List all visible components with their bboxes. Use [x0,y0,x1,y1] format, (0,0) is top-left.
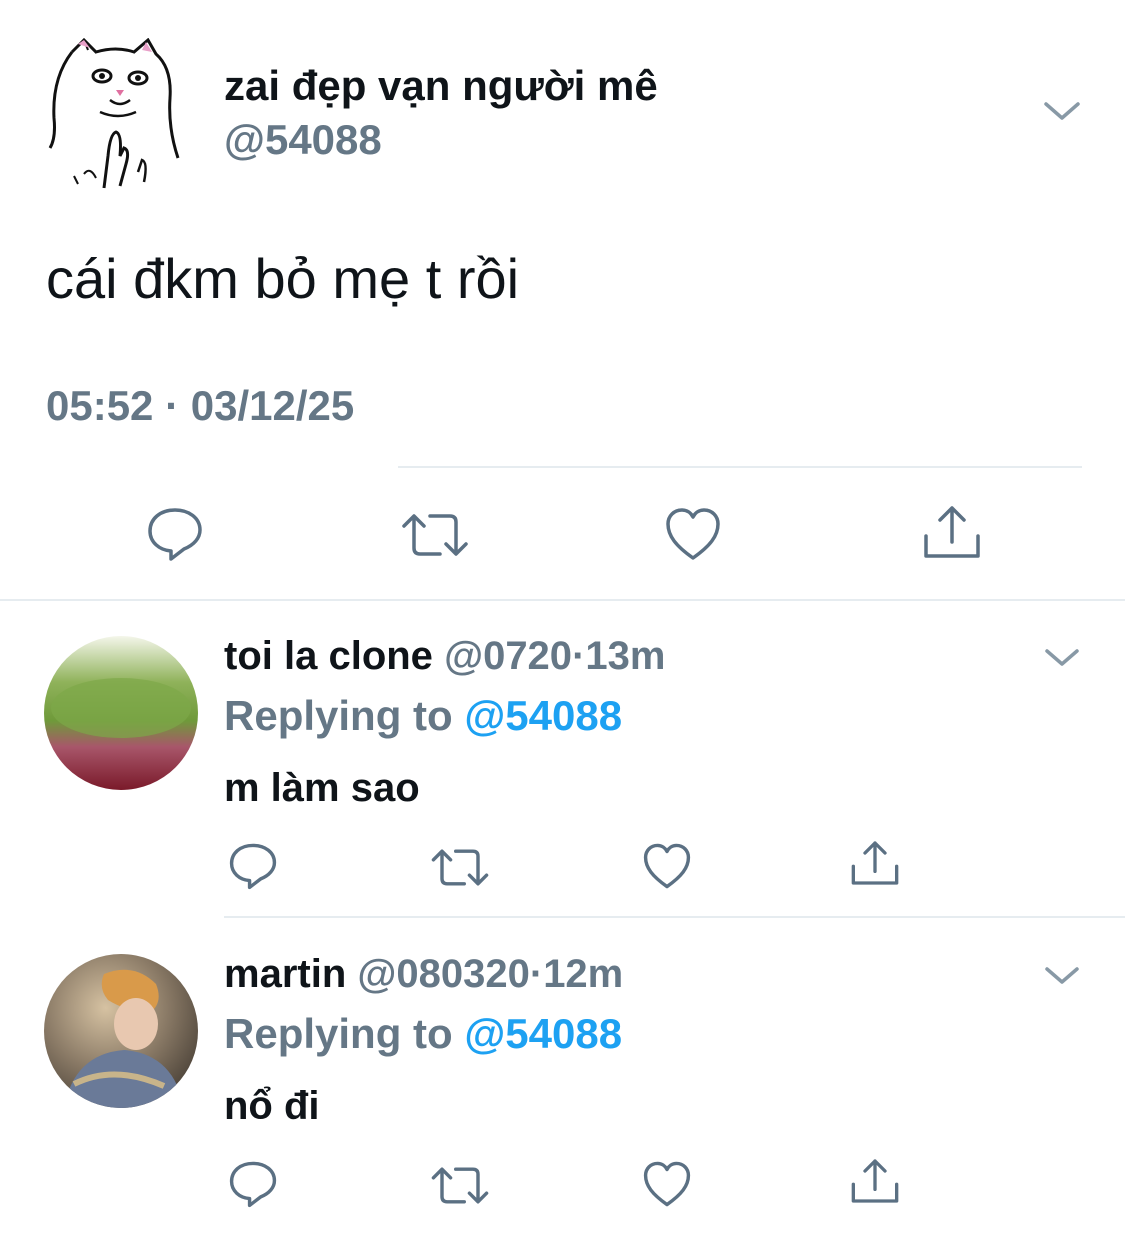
reply-header: toi la clone @0720·13m [224,634,665,679]
main-tweet-avatar[interactable] [44,37,188,190]
divider [398,466,1082,468]
main-tweet-handle[interactable]: @54088 [224,116,382,164]
replying-to-link[interactable]: @54088 [464,692,622,739]
divider [0,599,1125,601]
tweet-thread: zai đẹp vạn người mê @54088 cái đkm bỏ m… [0,0,1125,1238]
retweet-icon[interactable] [430,846,490,889]
reply-time: 12m [543,952,624,996]
reply-avatar[interactable] [44,636,198,790]
reply-display-name[interactable]: martin [224,952,346,996]
separator: · [529,952,544,996]
chevron-down-icon[interactable] [1042,962,1082,990]
replying-to: Replying to @54088 [224,692,622,740]
share-icon[interactable] [920,502,984,562]
share-icon[interactable] [848,838,902,888]
reply-handle[interactable]: @0720 [444,634,572,678]
retweet-icon[interactable] [400,510,470,560]
reply-text: nổ đi [224,1084,320,1128]
heart-icon[interactable] [642,1160,692,1208]
replying-to: Replying to @54088 [224,1010,622,1058]
separator: · [572,634,586,678]
reply-header: martin @080320·12m [224,952,623,997]
main-tweet-text: cái đkm bỏ mẹ t rồi [46,247,520,310]
reply-avatar[interactable] [44,954,198,1108]
reply-handle[interactable]: @080320 [357,952,529,996]
main-tweet-timestamp: 05:52 · 03/12/25 [46,382,355,429]
share-icon[interactable] [848,1156,902,1206]
reply-text: m làm sao [224,766,420,810]
replying-prefix: Replying to [224,1010,465,1057]
divider [224,916,1125,918]
heart-icon[interactable] [642,842,692,890]
chevron-down-icon[interactable] [1042,644,1082,672]
main-tweet-display-name[interactable]: zai đẹp vạn người mê [224,62,658,110]
reply-bubble-icon[interactable] [146,506,204,562]
reply-time: 13m [585,634,666,678]
replying-prefix: Replying to [224,692,465,739]
chevron-down-icon[interactable] [1040,96,1084,126]
reply-bubble-icon[interactable] [228,1160,278,1208]
heart-icon[interactable] [664,506,722,562]
reply-bubble-icon[interactable] [228,842,278,890]
replying-to-link[interactable]: @54088 [464,1010,622,1057]
reply-display-name[interactable]: toi la clone [224,634,433,678]
retweet-icon[interactable] [430,1164,490,1207]
